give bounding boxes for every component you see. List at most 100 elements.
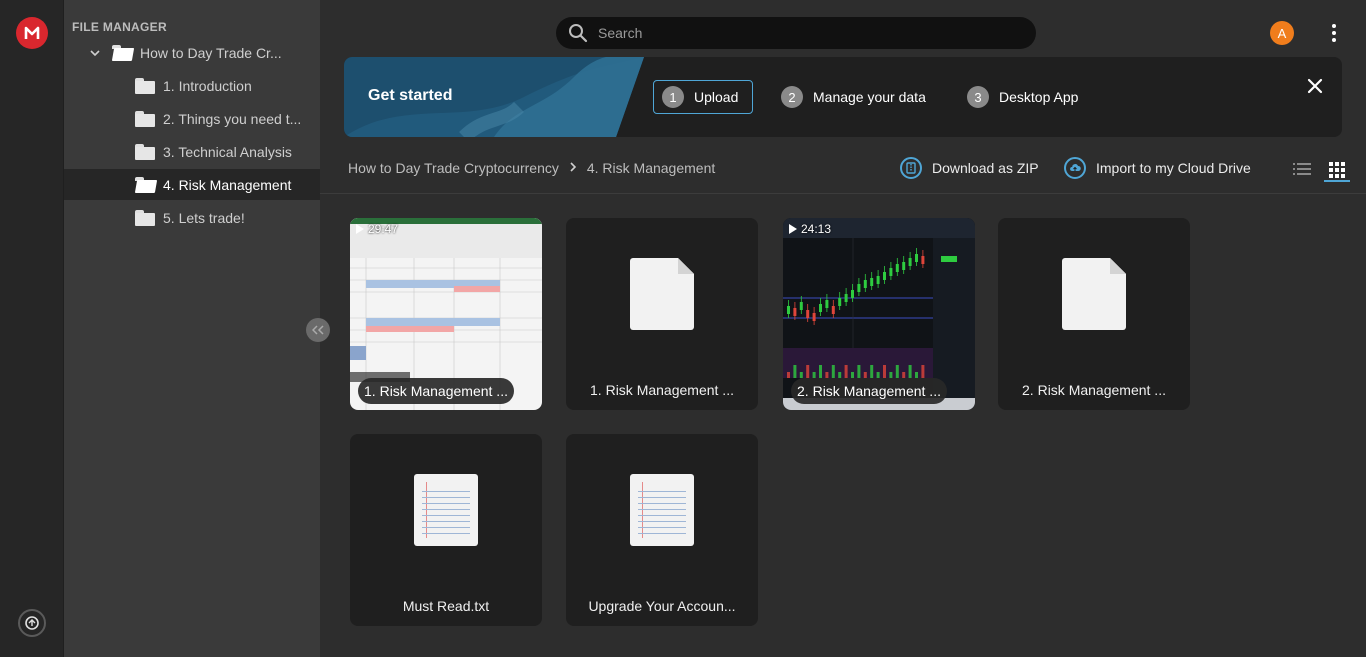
double-chevron-left-icon (312, 325, 324, 335)
tree-item-things-you-need[interactable]: 2. Things you need t... (64, 103, 320, 134)
step-label: Desktop App (999, 89, 1079, 105)
candle-body (806, 310, 810, 318)
video-duration: 29:47 (356, 222, 398, 236)
import-cloud-drive-label: Import to my Cloud Drive (1096, 160, 1251, 176)
file-card[interactable]: 1. Risk Management ... (566, 218, 758, 410)
file-name: 1. Risk Management ... (590, 382, 734, 398)
step-label: Manage your data (813, 89, 926, 105)
more-menu-icon[interactable] (1328, 22, 1340, 44)
volume-bar (793, 365, 797, 378)
generic-file-icon (630, 258, 694, 330)
import-cloud-drive-button[interactable]: Import to my Cloud Drive (1064, 157, 1251, 179)
download-zip-button[interactable]: Download as ZIP (900, 157, 1039, 179)
tree-root-label: How to Day Trade Cr... (140, 44, 282, 61)
step-number: 2 (781, 86, 803, 108)
candle-body (857, 284, 861, 292)
volume-bar (806, 365, 810, 378)
chevron-right-icon (569, 161, 577, 175)
grid-view-icon[interactable] (1326, 159, 1348, 181)
tree-item-label: 3. Technical Analysis (163, 143, 292, 160)
file-manager-title: FILE MANAGER (72, 20, 167, 34)
candle-body (819, 304, 822, 312)
download-zip-label: Download as ZIP (932, 160, 1039, 176)
tree-item-lets-trade[interactable]: 5. Lets trade! (64, 202, 320, 233)
volume-bar (870, 365, 874, 378)
breadcrumb-current: 4. Risk Management (586, 160, 716, 176)
sync-icon[interactable] (18, 609, 46, 637)
tree-item-label: 4. Risk Management (163, 176, 292, 193)
file-card[interactable]: 2. Risk Management ... (998, 218, 1190, 410)
volume-bar (908, 365, 912, 378)
volume-bar (844, 365, 848, 378)
candle-body (883, 272, 886, 280)
folder-icon (135, 143, 155, 160)
tree-item-technical-analysis[interactable]: 3. Technical Analysis (64, 136, 320, 167)
volume-bar (883, 365, 886, 378)
volume-bar (787, 372, 790, 378)
tree-item-label: 1. Introduction (163, 77, 252, 94)
cloud-upload-icon (1064, 157, 1086, 179)
candle-body (844, 294, 848, 302)
candle-body (870, 278, 874, 286)
folder-icon (135, 209, 155, 226)
video-duration: 24:13 (789, 222, 831, 236)
get-started-banner: Get started 1 Upload 2 Manage your data … (344, 57, 1342, 137)
candle-body (799, 302, 803, 310)
file-name: 2. Risk Management ... (791, 378, 947, 404)
candle-body (908, 258, 912, 266)
step-upload[interactable]: 1 Upload (653, 80, 754, 114)
file-card[interactable]: 24:13 2. Risk Management ... (783, 218, 975, 410)
step-number: 3 (967, 86, 989, 108)
step-label: Upload (694, 89, 739, 105)
search-icon (569, 24, 588, 43)
banner-title: Get started (368, 87, 453, 104)
left-rail (0, 0, 64, 657)
file-card[interactable]: Upgrade Your Accoun... (566, 434, 758, 626)
candle-body (787, 306, 790, 314)
breadcrumb-parent[interactable]: How to Day Trade Cryptocurrency (348, 160, 559, 176)
generic-file-icon (1062, 258, 1126, 330)
file-tree-panel: FILE MANAGER How to Day Trade Cr... 1. I… (64, 0, 320, 657)
list-view-icon[interactable] (1293, 161, 1311, 177)
folder-icon (135, 110, 155, 127)
collapse-panel-button[interactable] (306, 318, 330, 342)
candle-body (902, 262, 906, 270)
volume-bar (895, 365, 899, 378)
text-file-icon (630, 474, 694, 546)
step-manage-data[interactable]: 2 Manage your data (781, 80, 926, 114)
file-card[interactable]: 29:47 1. Risk Management ... (350, 218, 542, 410)
avatar[interactable]: A (1270, 21, 1294, 45)
folder-open-icon (112, 44, 132, 61)
file-card[interactable]: Must Read.txt (350, 434, 542, 626)
text-file-icon (414, 474, 478, 546)
candle-body (825, 300, 829, 308)
tree-item-label: 2. Things you need t... (163, 110, 302, 127)
tree-item-risk-management[interactable]: 4. Risk Management (64, 169, 320, 200)
breadcrumb: How to Day Trade Cryptocurrency 4. Risk … (348, 160, 715, 176)
zip-icon (900, 157, 922, 179)
app-window: FILE MANAGER How to Day Trade Cr... 1. I… (0, 0, 1366, 657)
file-name: 2. Risk Management ... (1022, 382, 1166, 398)
file-name: 1. Risk Management ... (358, 378, 514, 404)
step-desktop-app[interactable]: 3 Desktop App (967, 80, 1078, 114)
candle-body (915, 254, 918, 262)
tree-item-introduction[interactable]: 1. Introduction (64, 70, 320, 101)
volume-bar (831, 365, 835, 378)
tree-root-folder[interactable]: How to Day Trade Cr... (64, 37, 320, 68)
volume-bar (819, 365, 822, 378)
volume-bar (921, 365, 925, 378)
chevron-down-icon[interactable] (90, 48, 100, 58)
file-name: Must Read.txt (402, 598, 490, 614)
candle-body (812, 313, 816, 321)
divider (320, 193, 1366, 194)
mega-logo-icon[interactable] (16, 17, 48, 49)
close-icon[interactable] (1304, 75, 1326, 97)
candle-body (851, 290, 854, 298)
step-number: 1 (662, 86, 684, 108)
volume-bar (857, 365, 861, 378)
folder-icon (135, 77, 155, 94)
search-bar[interactable] (556, 17, 1036, 49)
candle-body (895, 264, 899, 272)
candle-body (831, 306, 835, 314)
search-input[interactable] (598, 25, 998, 41)
